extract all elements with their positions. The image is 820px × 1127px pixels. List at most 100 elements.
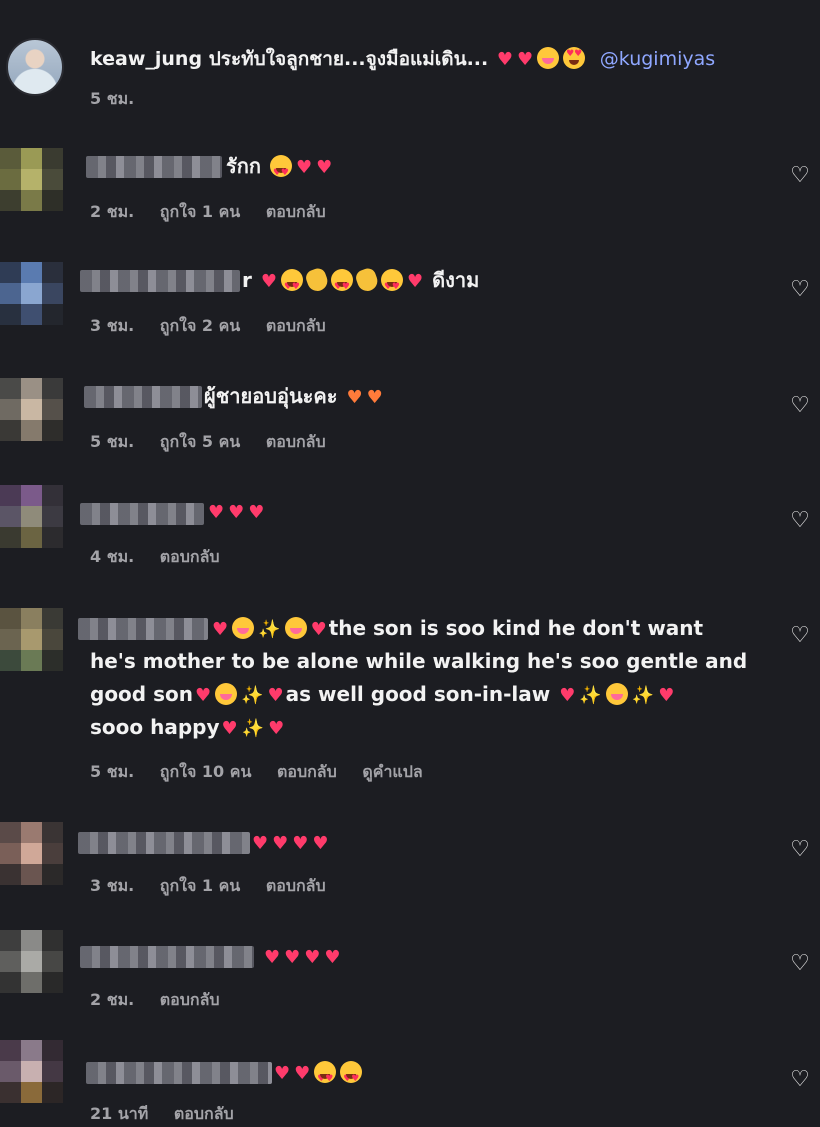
caption-text: keaw_jung ประทับใจลูกชาย...จูงมือแม่เดิน…: [90, 44, 715, 74]
comment-meta: 3 ชม. ถูกใจ 2 คน ตอบกลับ: [90, 314, 346, 339]
reply-button[interactable]: ตอบกลับ: [266, 432, 326, 451]
blurred-username[interactable]: [78, 832, 250, 854]
heart-emoji-icon: ♥: [517, 49, 534, 70]
avatar[interactable]: [6, 38, 64, 96]
avatar[interactable]: [0, 262, 63, 325]
heart-emoji-icon: ♥: [284, 947, 301, 968]
blurred-username[interactable]: [86, 156, 222, 178]
heart-emoji-icon: ♥: [267, 685, 284, 706]
heart-eyes-emoji-icon: [269, 155, 292, 190]
comment-text: รักก ♥ ♥: [226, 150, 334, 190]
heart-emoji-icon: ♥: [221, 718, 238, 739]
heart-emoji-icon: ♥: [295, 157, 313, 178]
heart-eyes-emoji-icon: [314, 1061, 337, 1096]
comment-likes[interactable]: ถูกใจ 10 คน: [160, 762, 252, 781]
heart-emoji-icon: ♥: [324, 947, 341, 968]
heart-emoji-icon: ♥: [274, 1063, 291, 1084]
like-heart-icon[interactable]: ♡: [788, 1068, 812, 1092]
heart-emoji-icon: ♥: [294, 1063, 311, 1084]
avatar[interactable]: [0, 822, 63, 885]
blurred-username[interactable]: [80, 503, 204, 525]
smiling-hearts-emoji-icon: [215, 683, 238, 705]
blurred-username[interactable]: [78, 618, 208, 640]
avatar[interactable]: [0, 148, 63, 211]
caption-username[interactable]: keaw_jung: [90, 48, 202, 70]
comment-likes[interactable]: ถูกใจ 1 คน: [160, 202, 240, 221]
reply-button[interactable]: ตอบกลับ: [266, 316, 326, 335]
blurred-username[interactable]: [86, 1062, 272, 1084]
smiling-hearts-emoji-icon: [284, 617, 307, 639]
post-caption: keaw_jung ประทับใจลูกชาย...จูงมือแม่เดิน…: [0, 0, 820, 120]
caption-body: ประทับใจลูกชาย...จูงมือแม่เดิน...: [208, 48, 489, 70]
sparkles-emoji-icon: ✨: [258, 619, 281, 640]
smiling-hearts-emoji-icon: [232, 617, 255, 639]
heart-emoji-icon: ♥: [406, 271, 424, 292]
comment-text: good son ♥ ✨ ♥ as well good son-in-law ♥ ✨ ✨ ♥: [90, 678, 676, 712]
like-heart-icon[interactable]: ♡: [788, 838, 812, 862]
comment-likes[interactable]: ถูกใจ 1 คน: [160, 876, 240, 895]
blurred-username[interactable]: [80, 946, 254, 968]
reply-button[interactable]: ตอบกลับ: [266, 202, 326, 221]
caption-time: 5 ชม.: [90, 89, 135, 108]
avatar[interactable]: [0, 378, 63, 441]
blurred-username[interactable]: [80, 270, 240, 292]
comment-body: ผู้ชายอบอุ่นะคะ: [204, 384, 338, 408]
comment-body: ดีงาม: [432, 268, 480, 292]
reply-button[interactable]: ตอบกลับ: [266, 876, 326, 895]
heart-eyes-emoji-icon: [330, 269, 353, 304]
avatar[interactable]: [0, 1040, 63, 1103]
comment-meta: 3 ชม. ถูกใจ 1 คน ตอบกลับ: [90, 874, 346, 899]
reply-button[interactable]: ตอบกลับ: [277, 762, 337, 781]
avatar[interactable]: [0, 485, 63, 548]
comment-body-line-5: sooo happy: [90, 715, 220, 739]
like-heart-icon[interactable]: ♡: [788, 164, 812, 188]
see-translation-button[interactable]: ดูคำแปล: [362, 762, 422, 781]
like-heart-icon[interactable]: ♡: [788, 509, 812, 533]
comment-time: 5 ชม.: [90, 762, 135, 781]
sparkles-emoji-icon: ✨: [631, 685, 655, 706]
sparkles-emoji-icon: ✨: [241, 685, 264, 706]
comment-time: 3 ชม.: [90, 316, 135, 335]
heart-emoji-icon: ♥: [208, 502, 225, 523]
heart-emoji-icon: ♥: [272, 833, 289, 854]
like-heart-icon[interactable]: ♡: [788, 624, 812, 648]
heart-eyes-emoji-icon: [380, 269, 403, 304]
comment-likes[interactable]: ถูกใจ 5 คน: [160, 432, 240, 451]
like-heart-icon[interactable]: ♡: [788, 278, 812, 302]
avatar[interactable]: [0, 930, 63, 993]
heart-emoji-icon: ♥: [268, 718, 285, 739]
heart-emoji-icon: ♥: [212, 619, 229, 640]
orange-heart-emoji-icon: ♥: [366, 387, 383, 408]
reply-button[interactable]: ตอบกลับ: [160, 547, 220, 566]
comment-body-line-2: he's mother to be alone while walking he…: [90, 649, 748, 673]
comment-meta: 21 นาที ตอบกลับ: [90, 1102, 254, 1127]
comment-text: he's mother to be alone while walking he…: [90, 645, 747, 678]
heart-emoji-icon: ♥: [312, 833, 329, 854]
reply-button[interactable]: ตอบกลับ: [160, 990, 220, 1009]
clap-emoji-icon: [353, 266, 381, 294]
heart-emoji-icon: ♥: [248, 502, 265, 523]
comment-meta: 2 ชม. ตอบกลับ: [90, 988, 240, 1013]
comment-meta: 5 ชม. ถูกใจ 10 คน ตอบกลับ ดูคำแปล: [90, 760, 443, 785]
smiling-hearts-emoji-icon: [537, 47, 560, 69]
reply-button[interactable]: ตอบกลับ: [174, 1104, 234, 1123]
blurred-username[interactable]: [84, 386, 202, 408]
heart-emoji-icon: ♥: [304, 947, 321, 968]
sparkles-emoji-icon: ✨: [241, 718, 265, 739]
like-heart-icon[interactable]: ♡: [788, 394, 812, 418]
like-heart-icon[interactable]: ♡: [788, 952, 812, 976]
comment-text: ♥ ♥ ♥ ♥: [262, 940, 343, 974]
comment-text: ผู้ชายอบอุ่นะคะ ♥ ♥: [204, 380, 385, 414]
sparkles-emoji-icon: ✨: [579, 685, 602, 706]
heart-emoji-icon: ♥: [310, 619, 327, 640]
caption-mention[interactable]: @kugimiyas: [600, 48, 715, 70]
comment-likes[interactable]: ถูกใจ 2 คน: [160, 316, 240, 335]
heart-emoji-icon: ♥: [316, 157, 333, 178]
comment-text: ♥ ♥: [272, 1056, 364, 1096]
heart-emoji-icon: ♥: [292, 833, 309, 854]
comment-time: 4 ชม.: [90, 547, 135, 566]
avatar[interactable]: [0, 608, 63, 671]
comment-text: ♥ ♥ ♥ ♥: [250, 826, 331, 860]
comment-text: r ♥♥ ดีงาม: [242, 264, 480, 304]
comment-text: ♥ ♥ ♥: [206, 495, 266, 529]
